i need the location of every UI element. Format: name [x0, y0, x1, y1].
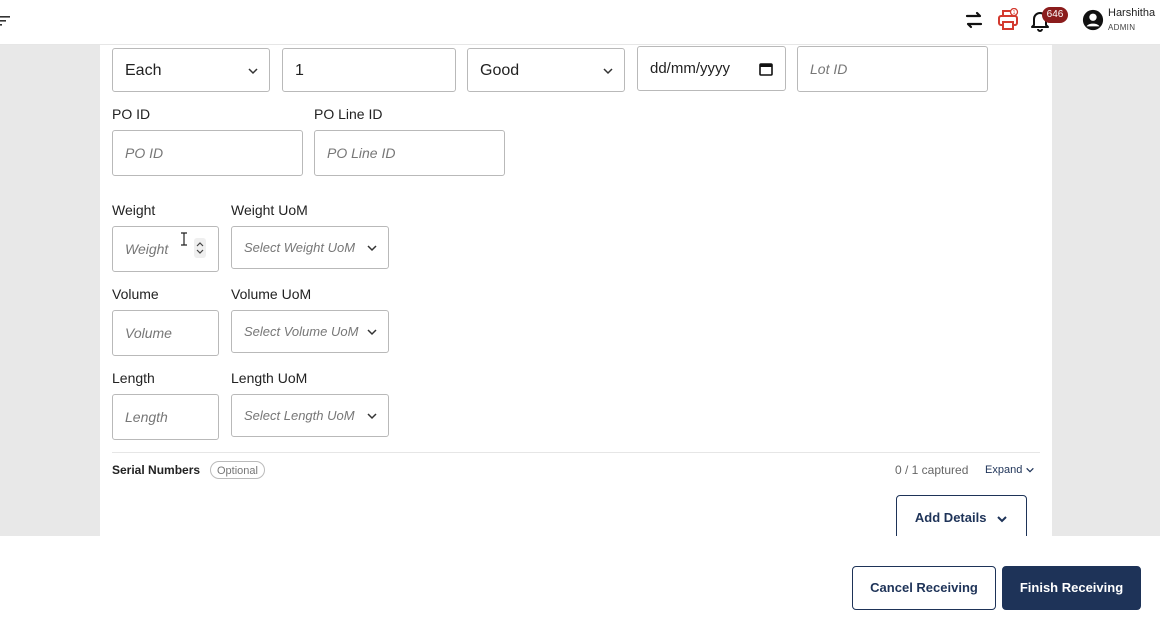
expand-toggle[interactable]: Expand [985, 464, 1035, 476]
volume-label: Volume [112, 286, 159, 302]
chevron-down-icon [367, 329, 377, 336]
length-uom-label: Length UoM [231, 370, 308, 386]
menu-icon[interactable] [0, 14, 10, 28]
top-bar: 1 646 Harshitha ADMIN [0, 0, 1160, 45]
user-icon[interactable] [1082, 9, 1104, 31]
chevron-down-icon [997, 515, 1007, 522]
lot-id-input[interactable]: Lot ID [797, 46, 988, 92]
length-placeholder: Length [125, 409, 168, 425]
finish-receiving-button[interactable]: Finish Receiving [1002, 566, 1141, 610]
add-details-button[interactable]: Add Details [896, 495, 1027, 541]
chevron-down-icon [367, 413, 377, 420]
user-name[interactable]: Harshitha [1108, 7, 1155, 19]
volume-uom-label: Volume UoM [231, 286, 312, 302]
quantity-value: 1 [295, 62, 304, 79]
svg-text:1: 1 [1013, 10, 1016, 16]
printer-icon[interactable]: 1 [996, 8, 1020, 32]
chevron-down-icon [248, 68, 258, 75]
volume-uom-placeholder: Select Volume UoM [244, 324, 359, 339]
po-id-label: PO ID [112, 106, 151, 122]
volume-placeholder: Volume [125, 325, 172, 341]
condition-select[interactable]: Good [467, 48, 625, 92]
number-stepper-icon[interactable] [194, 238, 206, 258]
calendar-icon[interactable] [759, 62, 773, 76]
date-input[interactable]: dd/mm/yyyy [637, 46, 786, 91]
volume-uom-select[interactable]: Select Volume UoM [231, 310, 389, 353]
cancel-receiving-button[interactable]: Cancel Receiving [852, 566, 996, 610]
quantity-input[interactable]: 1 [282, 48, 456, 92]
serial-numbers-label: Serial Numbers [112, 463, 201, 477]
weight-uom-label: Weight UoM [231, 202, 308, 218]
user-role: ADMIN [1108, 23, 1136, 32]
optional-badge: Optional [210, 461, 265, 479]
po-line-id-input[interactable]: PO Line ID [314, 130, 505, 176]
chevron-down-icon [1026, 467, 1035, 473]
length-input[interactable]: Length [112, 394, 219, 440]
po-id-input[interactable]: PO ID [112, 130, 303, 176]
chevron-down-icon [603, 68, 613, 75]
weight-placeholder: Weight [125, 241, 169, 257]
swap-icon[interactable] [962, 8, 986, 32]
uom-value: Each [125, 62, 162, 79]
divider [112, 452, 1040, 453]
weight-uom-placeholder: Select Weight UoM [244, 240, 356, 255]
expand-label: Expand [985, 464, 1023, 476]
condition-value: Good [480, 62, 520, 79]
lot-id-placeholder: Lot ID [810, 61, 848, 77]
chevron-down-icon [367, 245, 377, 252]
text-cursor-icon [181, 232, 187, 246]
length-uom-select[interactable]: Select Length UoM [231, 394, 389, 437]
volume-input[interactable]: Volume [112, 310, 219, 356]
uom-select[interactable]: Each [112, 48, 270, 92]
length-label: Length [112, 370, 155, 386]
weight-label: Weight [112, 202, 156, 218]
date-placeholder: dd/mm/yyyy [650, 60, 731, 77]
po-id-placeholder: PO ID [125, 145, 164, 161]
add-details-label: Add Details [914, 510, 987, 525]
notification-badge: 646 [1042, 7, 1068, 23]
length-uom-placeholder: Select Length UoM [244, 408, 355, 423]
po-line-id-label: PO Line ID [314, 106, 383, 122]
weight-uom-select[interactable]: Select Weight UoM [231, 226, 389, 269]
po-line-id-placeholder: PO Line ID [327, 145, 396, 161]
captured-count: 0 / 1 captured [895, 463, 969, 477]
